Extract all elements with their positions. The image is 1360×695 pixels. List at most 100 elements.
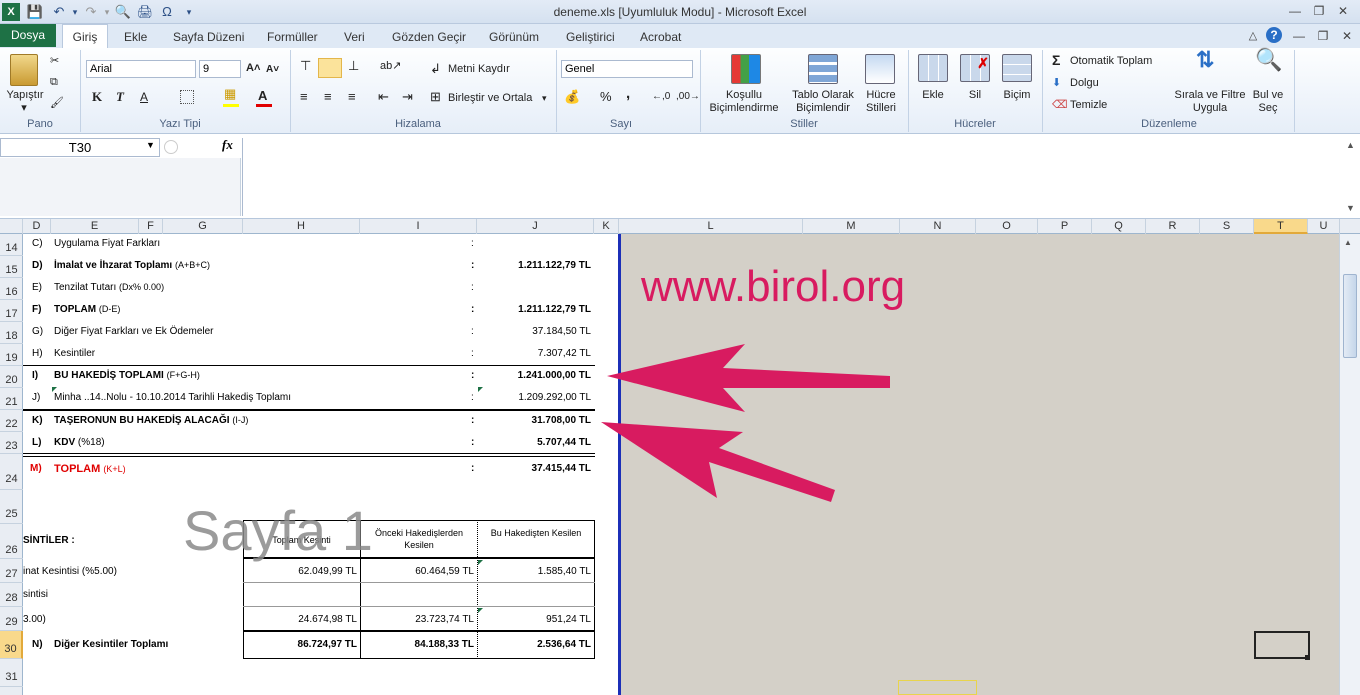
table-cell[interactable]: 1.585,40 TL xyxy=(477,566,591,577)
cell-colon[interactable]: : xyxy=(471,370,474,381)
active-cell-selection[interactable] xyxy=(1254,631,1310,659)
align-bottom-icon[interactable]: ⊥ xyxy=(348,58,359,74)
column-header-active[interactable]: T xyxy=(1254,219,1308,234)
cell-label[interactable]: Kesintiler xyxy=(54,348,95,359)
cell-value[interactable]: 5.707,44 TL xyxy=(478,437,591,448)
cell-value[interactable]: 37.415,44 TL xyxy=(478,463,591,474)
cell-code[interactable]: G) xyxy=(32,326,43,337)
column-header[interactable]: O xyxy=(976,219,1038,234)
font-name-combo[interactable]: Arial xyxy=(86,60,196,78)
cell-label[interactable]: BU HAKEDİŞ TOPLAMI (F+G-H) xyxy=(54,370,200,381)
column-header[interactable]: M xyxy=(803,219,900,234)
name-box-dropdown-icon[interactable]: ▼ xyxy=(146,140,155,150)
decrease-indent-icon[interactable]: ⇤ xyxy=(378,89,389,105)
format-painter-icon[interactable]: 🖌 xyxy=(50,95,64,111)
column-header[interactable]: Q xyxy=(1092,219,1146,234)
cell-colon[interactable]: : xyxy=(471,238,474,249)
align-middle-icon[interactable] xyxy=(318,58,342,78)
column-header[interactable]: K xyxy=(594,219,619,234)
align-top-icon[interactable]: ⊤ xyxy=(300,58,311,74)
table-header[interactable]: Önceki Hakedişlerden Kesilen xyxy=(363,527,475,551)
currency-icon[interactable]: 💰 xyxy=(564,89,580,105)
tab-view[interactable]: Görünüm xyxy=(483,28,545,48)
conditional-format-button[interactable]: Koşullu Biçimlendirme xyxy=(704,89,784,115)
cell-colon[interactable]: : xyxy=(471,463,474,474)
copy-icon[interactable]: ⧉ xyxy=(50,74,58,90)
cell-code[interactable]: F) xyxy=(32,304,41,315)
column-header[interactable]: G xyxy=(163,219,243,234)
cell-value[interactable]: 7.307,42 TL xyxy=(478,348,591,359)
tab-review[interactable]: Gözden Geçir xyxy=(386,28,472,48)
row-header[interactable]: 24 xyxy=(0,454,23,490)
table-cell[interactable]: 2.536,64 TL xyxy=(477,639,591,650)
cell-value[interactable]: 1.209.292,00 TL xyxy=(478,392,591,403)
cell-label[interactable]: Tenzilat Tutarı (Dx% 0.00) xyxy=(54,282,164,293)
row-header[interactable]: 21 xyxy=(0,388,23,410)
find-select-button[interactable]: Bul ve Seç xyxy=(1250,89,1286,115)
borders-icon[interactable] xyxy=(180,90,194,104)
column-header[interactable]: E xyxy=(51,219,139,234)
doc-restore-icon[interactable]: ❐ xyxy=(1314,27,1332,45)
cell-code[interactable]: N) xyxy=(32,639,43,650)
cell-label[interactable]: TOPLAM (K+L) xyxy=(54,463,126,475)
scroll-thumb[interactable] xyxy=(1343,274,1357,358)
deductions-title[interactable]: SİNTİLER : xyxy=(23,535,75,546)
cell-colon[interactable]: : xyxy=(471,304,474,315)
cell-colon[interactable]: : xyxy=(471,392,474,403)
formula-scroll-down-icon[interactable]: ▼ xyxy=(1346,203,1355,213)
grow-font-icon[interactable]: A˄ xyxy=(246,60,260,76)
orientation-icon[interactable]: ab↗ xyxy=(380,58,401,74)
row-header[interactable]: 26 xyxy=(0,524,23,559)
doc-minimize-icon[interactable]: — xyxy=(1290,27,1308,45)
bold-button[interactable]: K xyxy=(92,89,102,105)
fill-color-icon[interactable]: ▦ xyxy=(224,86,236,102)
conditional-format-icon[interactable] xyxy=(731,54,761,84)
cell-value[interactable]: 37.184,50 TL xyxy=(478,326,591,337)
cell-code[interactable]: C) xyxy=(32,238,43,249)
formula-scroll-up-icon[interactable]: ▲ xyxy=(1346,140,1355,150)
vertical-scrollbar[interactable]: ▲ xyxy=(1339,234,1360,695)
cell-label[interactable]: KDV (%18) xyxy=(54,437,105,448)
cell-code[interactable]: E) xyxy=(32,282,42,293)
autosum-button[interactable]: Otomatik Toplam xyxy=(1070,53,1152,69)
autosum-icon[interactable]: Σ xyxy=(1052,52,1060,68)
column-header[interactable]: R xyxy=(1146,219,1200,234)
row-header[interactable]: 23 xyxy=(0,432,23,454)
cell-code[interactable]: D) xyxy=(32,260,43,271)
tab-file[interactable]: Dosya xyxy=(0,24,56,47)
cell-code[interactable]: J) xyxy=(32,392,40,403)
format-as-table-button[interactable]: Tablo Olarak Biçimlendir xyxy=(788,89,858,115)
tab-acrobat[interactable]: Acrobat xyxy=(634,28,687,48)
cell-colon[interactable]: : xyxy=(471,282,474,293)
insert-cells-icon[interactable] xyxy=(918,54,948,82)
column-header[interactable]: F xyxy=(139,219,163,234)
row-header[interactable]: 14 xyxy=(0,234,23,256)
column-header[interactable]: S xyxy=(1200,219,1254,234)
minimize-icon[interactable]: — xyxy=(1286,2,1304,20)
cell-value[interactable]: 1.211.122,79 TL xyxy=(478,304,591,315)
row-header[interactable]: 25 xyxy=(0,490,23,524)
cell-code[interactable]: L) xyxy=(32,437,41,448)
tab-home[interactable]: Giriş xyxy=(62,24,108,48)
cell-colon[interactable]: : xyxy=(471,415,474,426)
cell-code[interactable]: H) xyxy=(32,348,43,359)
cell-label[interactable]: Diğer Fiyat Farkları ve Ek Ödemeler xyxy=(54,326,214,337)
cell-styles-icon[interactable] xyxy=(865,54,895,84)
table-row-label[interactable]: 3.00) xyxy=(23,614,46,625)
align-left-icon[interactable]: ≡ xyxy=(300,89,308,105)
cell-value[interactable]: 1.241.000,00 TL xyxy=(478,370,591,381)
table-header[interactable]: Bu Hakedişten Kesilen xyxy=(488,527,584,539)
table-row-label[interactable]: inat Kesintisi (%5.00) xyxy=(23,566,117,577)
format-cells-button[interactable]: Biçim xyxy=(997,89,1037,102)
cell-label[interactable]: Minha ..14..Nolu - 10.10.2014 Tarihli Ha… xyxy=(54,392,291,403)
font-size-combo[interactable]: 9 xyxy=(199,60,241,78)
shrink-font-icon[interactable]: A˅ xyxy=(266,62,279,78)
insert-cells-button[interactable]: Ekle xyxy=(913,89,953,102)
tab-formulas[interactable]: Formüller xyxy=(261,28,324,48)
formula-input[interactable] xyxy=(242,138,1340,216)
row-header[interactable]: 15 xyxy=(0,256,23,278)
scroll-up-icon[interactable]: ▲ xyxy=(1344,238,1352,247)
number-format-combo[interactable]: Genel xyxy=(561,60,693,78)
row-header[interactable]: 27 xyxy=(0,559,23,583)
increase-decimal-icon[interactable]: ←,0 xyxy=(652,89,670,105)
